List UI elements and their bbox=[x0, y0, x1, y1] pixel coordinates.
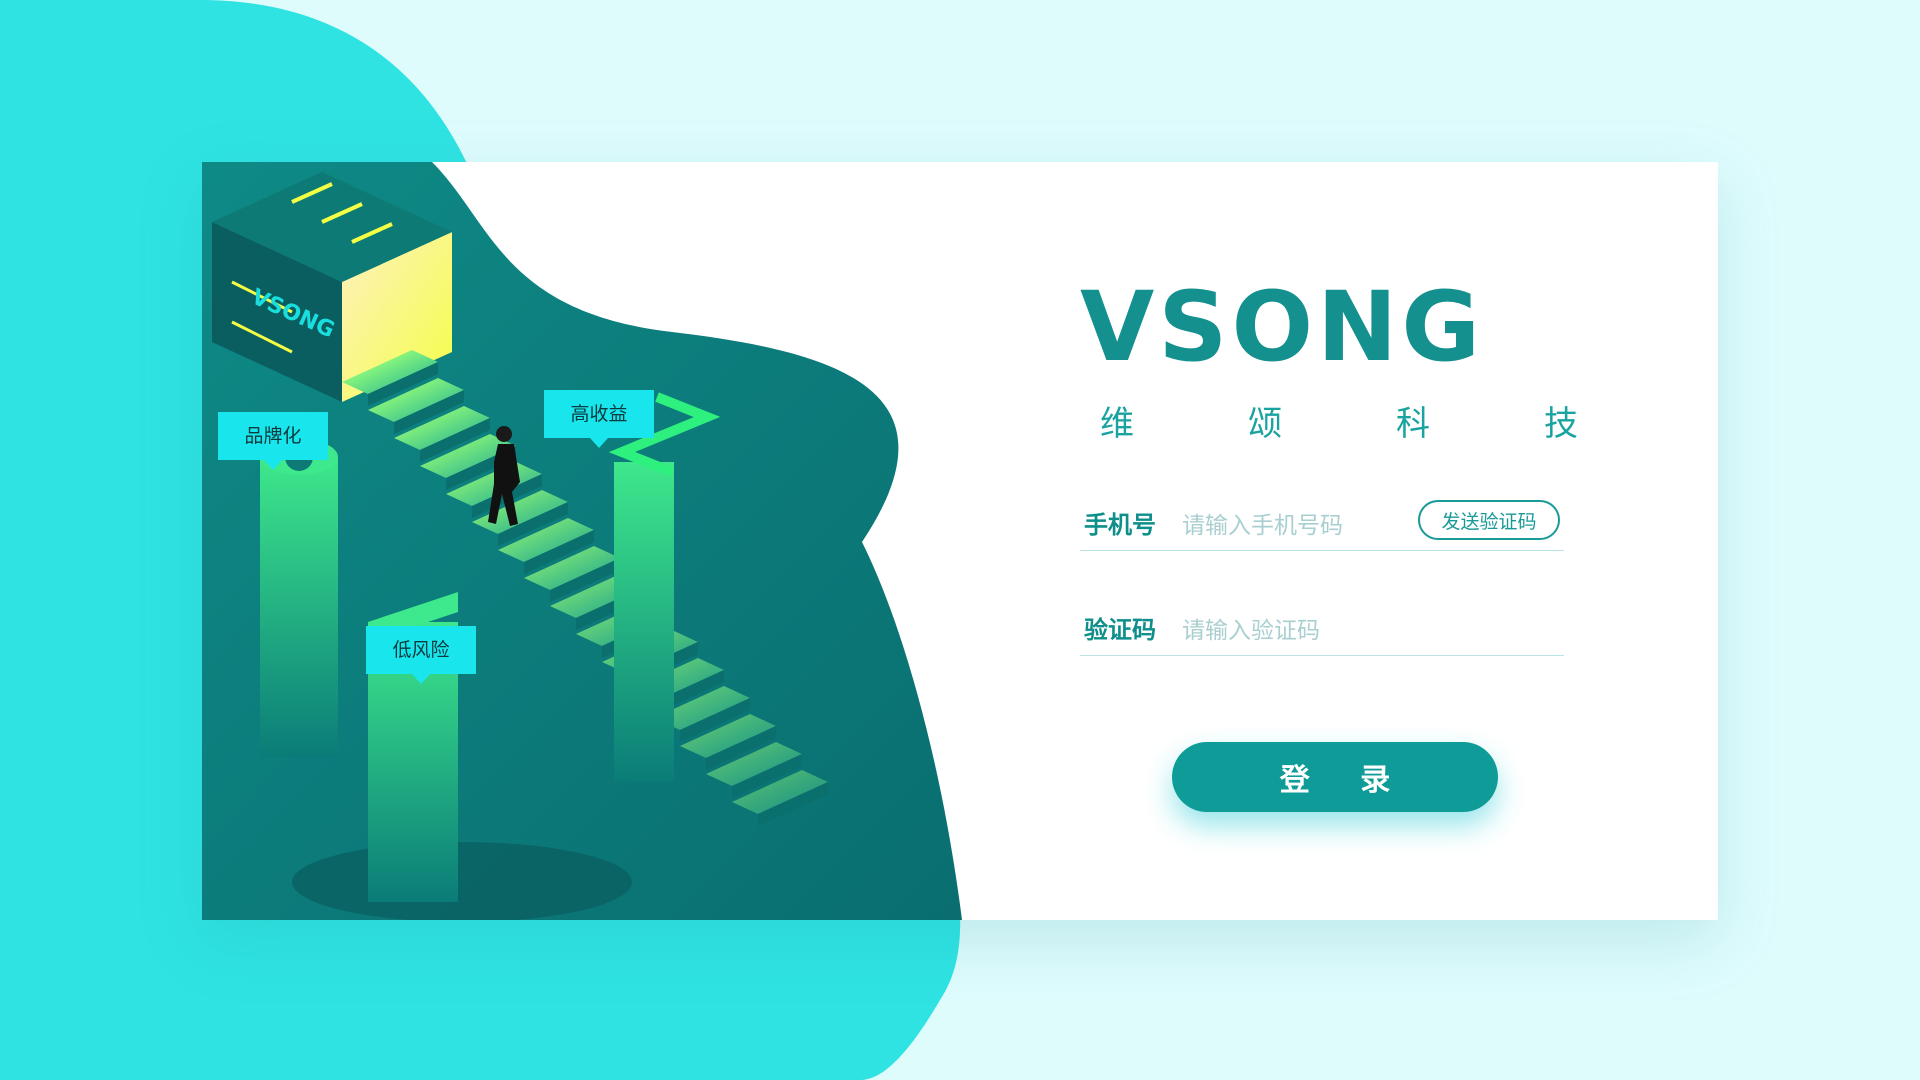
bubble-branding: 品牌化 bbox=[218, 412, 328, 470]
login-button[interactable]: 登 录 bbox=[1172, 742, 1498, 812]
send-code-button[interactable]: 发送验证码 bbox=[1418, 500, 1560, 540]
phone-input[interactable] bbox=[1180, 508, 1424, 544]
tagline-char: 颂 bbox=[1248, 404, 1284, 444]
code-field: 验证码 bbox=[1080, 601, 1564, 656]
brand-logo: VSONG 维 颂 科 技 bbox=[1080, 278, 1680, 458]
code-input[interactable] bbox=[1180, 613, 1424, 649]
phone-label: 手机号 bbox=[1084, 511, 1156, 539]
svg-text:VSONG: VSONG bbox=[1080, 278, 1484, 383]
bubble-high-return: 高收益 bbox=[544, 390, 654, 448]
tagline-char: 技 bbox=[1544, 404, 1580, 444]
tagline-char: 科 bbox=[1396, 404, 1432, 444]
tagline-char: 维 bbox=[1100, 404, 1136, 444]
brand-tagline: 维 颂 科 技 bbox=[1100, 396, 1580, 445]
vsong-wordmark: VSONG bbox=[1080, 278, 1484, 383]
code-label: 验证码 bbox=[1084, 616, 1156, 644]
bubble-low-risk: 低风险 bbox=[366, 626, 476, 684]
phone-field: 手机号 发送验证码 bbox=[1080, 496, 1564, 551]
